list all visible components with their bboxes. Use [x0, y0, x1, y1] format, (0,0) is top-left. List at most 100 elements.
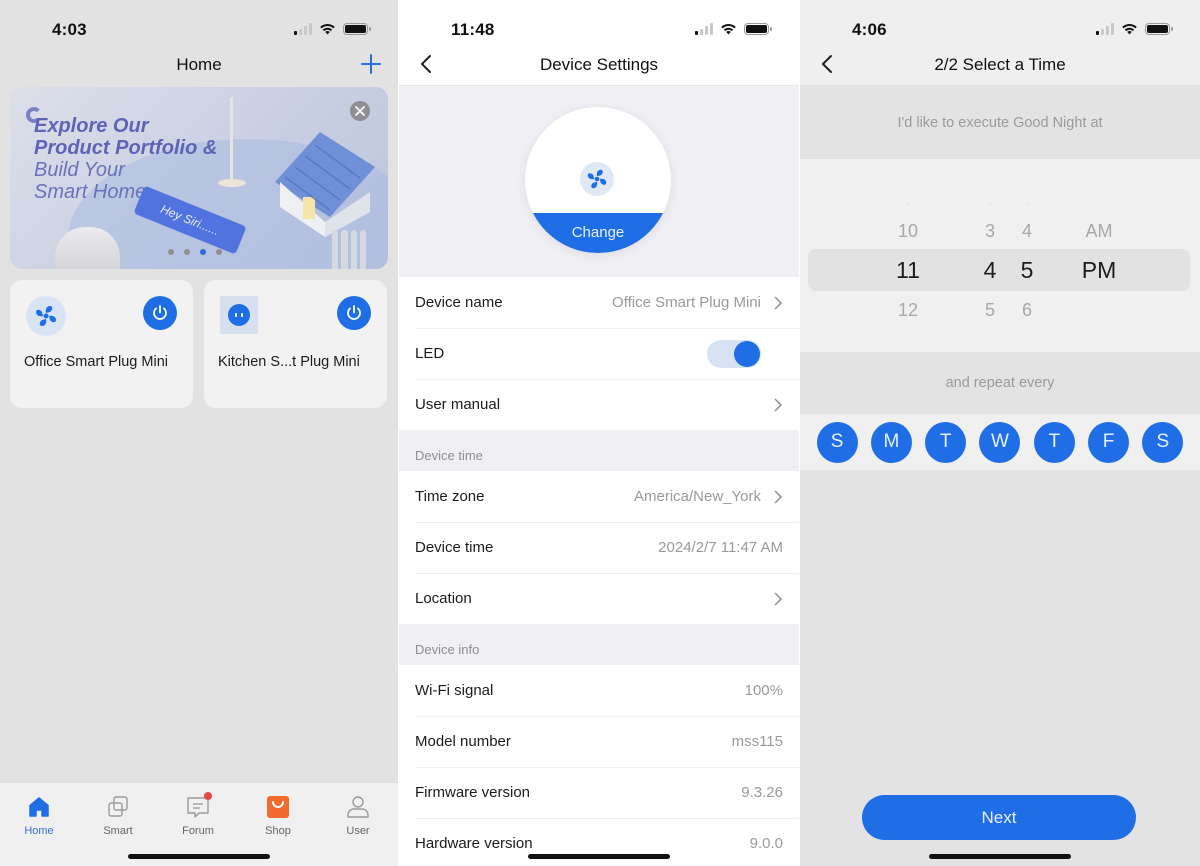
tab-user[interactable]: User	[328, 793, 388, 837]
fan-icon	[26, 296, 66, 336]
picker-item-selected[interactable]: 11	[883, 257, 933, 284]
device-time-settings: Time zone America/New_York Device time 2…	[399, 471, 799, 624]
battery-icon	[1145, 23, 1173, 35]
led-toggle[interactable]	[707, 339, 761, 368]
device-name: Office Smart Plug Mini	[24, 354, 168, 370]
firmware-version-row: Firmware version 9.3.26	[399, 767, 799, 818]
status-bar: 4:06	[800, 0, 1200, 48]
tab-label: Home	[24, 825, 54, 837]
row-label: User manual	[415, 396, 501, 413]
day-sunday-toggle[interactable]: S	[816, 421, 858, 463]
picker-item[interactable]: AM	[1074, 221, 1124, 242]
back-button[interactable]	[816, 52, 840, 76]
status-time: 4:03	[52, 20, 87, 39]
tab-home[interactable]: Home	[9, 793, 69, 837]
time-zone-row[interactable]: Time zone America/New_York	[399, 471, 799, 522]
power-toggle-button[interactable]	[143, 296, 177, 330]
general-settings: Device name Office Smart Plug Mini LED U…	[399, 277, 799, 430]
change-icon-button[interactable]: Change	[525, 213, 671, 253]
headline-line: Product Portfolio &	[34, 137, 218, 159]
section-header-device-info: Device info	[399, 624, 799, 665]
power-icon	[153, 305, 167, 320]
device-card[interactable]: Kitchen S...t Plug Mini	[204, 280, 387, 408]
page-dot[interactable]	[216, 249, 222, 255]
row-value: 9.0.0	[749, 835, 783, 852]
repeat-days: S M T W T F S	[800, 414, 1200, 470]
picker-item[interactable]: 4	[1002, 221, 1052, 242]
picker-item-selected[interactable]: PM	[1074, 257, 1124, 284]
device-avatar[interactable]: Change	[525, 107, 671, 253]
row-value: mss115	[731, 733, 783, 750]
row-label: Model number	[415, 733, 511, 750]
page-dot[interactable]	[184, 249, 190, 255]
row-label: Device name	[415, 294, 503, 311]
picker-item[interactable]: 12	[883, 300, 933, 321]
page-dot-active[interactable]	[200, 249, 206, 255]
wifi-icon	[1122, 23, 1137, 35]
cellular-signal-icon	[294, 23, 312, 35]
device-card[interactable]: Office Smart Plug Mini	[10, 280, 193, 408]
next-button[interactable]: Next	[862, 795, 1136, 840]
nav-bar: Home	[0, 44, 398, 86]
picker-item[interactable]: 10	[883, 221, 933, 242]
add-device-button[interactable]	[360, 53, 382, 75]
plug-icon	[220, 296, 258, 334]
picker-item[interactable]: 6	[1002, 300, 1052, 321]
page-title: Device Settings	[539, 54, 659, 74]
model-number-row: Model number mss115	[399, 716, 799, 767]
home-indicator[interactable]	[528, 854, 670, 859]
row-label: Wi-Fi signal	[415, 682, 494, 699]
cellular-signal-icon	[1096, 23, 1114, 35]
cellular-signal-icon	[695, 23, 713, 35]
promo-banner[interactable]: Explore Our Product Portfolio & Build Yo…	[10, 87, 388, 269]
day-saturday-toggle[interactable]: S	[1142, 421, 1184, 463]
execute-prompt: I'd like to execute Good Night at	[800, 87, 1200, 159]
home-indicator[interactable]	[929, 854, 1071, 859]
wifi-icon	[320, 23, 335, 35]
power-toggle-button[interactable]	[337, 296, 371, 330]
day-monday-toggle[interactable]: M	[870, 421, 912, 463]
status-time: 11:48	[451, 20, 495, 39]
home-screen: 4:03 Home Explore Our Product Portfolio …	[0, 0, 398, 866]
radiator-illustration	[332, 230, 366, 269]
tab-forum[interactable]: Forum	[168, 792, 228, 837]
page-dot[interactable]	[168, 249, 174, 255]
smart-icon	[103, 793, 133, 821]
user-manual-row[interactable]: User manual	[399, 379, 799, 430]
back-button[interactable]	[415, 52, 439, 76]
day-thursday-toggle[interactable]: T	[1033, 421, 1075, 463]
headline-line: Build Your	[34, 159, 125, 181]
page-title: Home	[176, 55, 222, 74]
day-wednesday-toggle[interactable]: W	[979, 421, 1021, 463]
row-label: Firmware version	[415, 784, 531, 801]
banner-headline: Explore Our Product Portfolio & Build Yo…	[34, 115, 217, 203]
row-label: Location	[415, 590, 472, 607]
tab-smart[interactable]: Smart	[88, 793, 148, 837]
repeat-label: and repeat every	[800, 352, 1200, 414]
row-value: America/New_York	[634, 488, 761, 505]
day-tuesday-toggle[interactable]: T	[925, 421, 967, 463]
home-indicator[interactable]	[128, 854, 270, 859]
close-banner-button[interactable]	[350, 101, 370, 121]
section-header-device-time: Device time	[399, 430, 799, 471]
time-picker[interactable]: · 10 11 12 · 3 4 5 · 4 5 6 · AM PM	[800, 159, 1200, 352]
tab-shop[interactable]: Shop	[248, 793, 308, 837]
banner-pagination[interactable]	[168, 249, 222, 255]
select-time-screen: 4:06 2/2 Select a Time I'd like to execu…	[800, 0, 1200, 866]
row-label: Device time	[415, 539, 494, 556]
power-icon	[347, 305, 361, 320]
device-name-row[interactable]: Device name Office Smart Plug Mini	[399, 277, 799, 328]
tab-label: Smart	[103, 825, 133, 837]
chevron-right-icon	[774, 591, 783, 606]
wifi-icon	[721, 23, 736, 35]
location-row[interactable]: Location	[399, 573, 799, 624]
row-value: Office Smart Plug Mini	[612, 294, 761, 311]
picker-item-selected[interactable]: 5	[1002, 257, 1052, 284]
tab-label: Shop	[265, 825, 291, 837]
user-icon	[343, 793, 373, 821]
device-name: Kitchen S...t Plug Mini	[218, 354, 360, 370]
nav-bar: Device Settings	[399, 44, 799, 86]
status-time: 4:06	[852, 20, 887, 39]
row-label: Hardware version	[415, 835, 533, 852]
day-friday-toggle[interactable]: F	[1088, 421, 1130, 463]
